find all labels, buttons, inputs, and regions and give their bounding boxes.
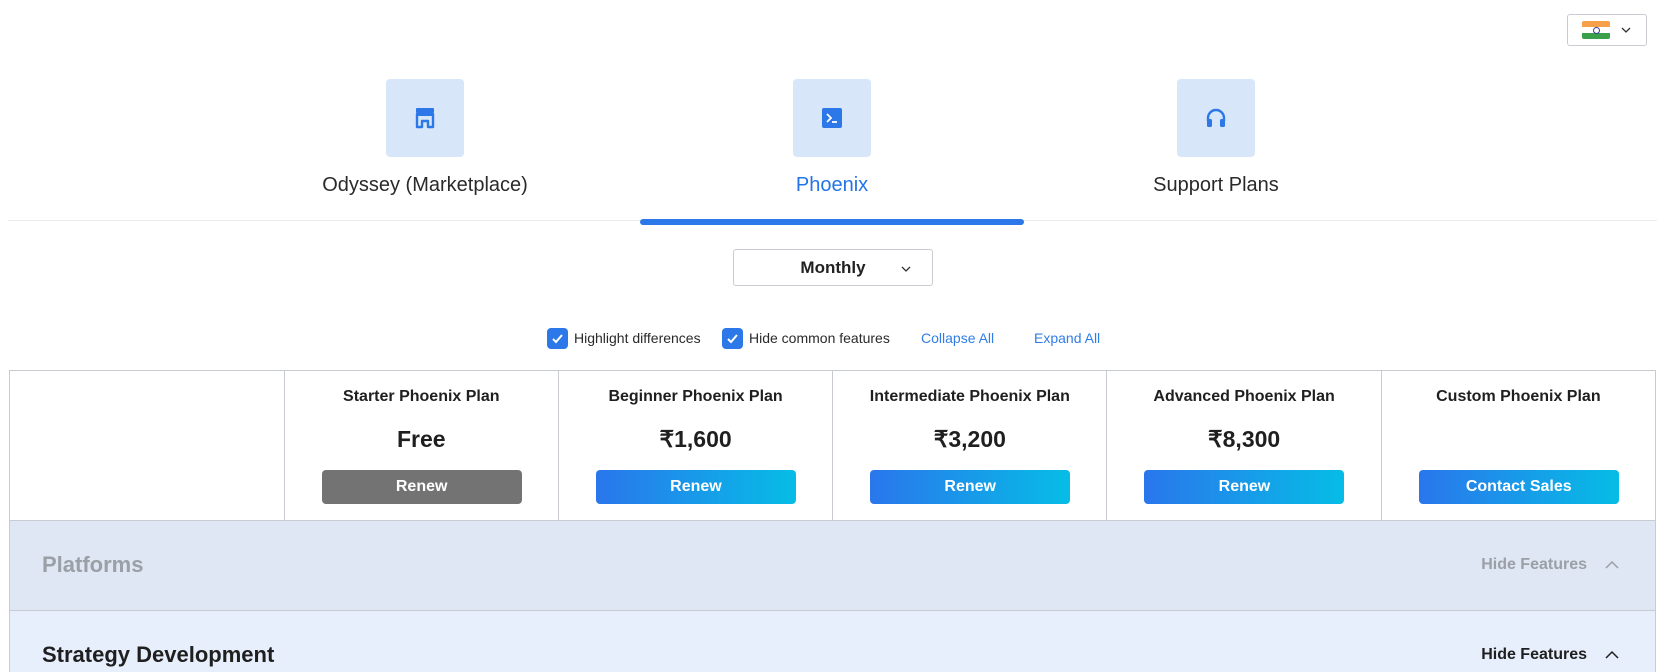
plan-column-advanced: Advanced Phoenix Plan ₹8,300 Renew: [1106, 371, 1380, 520]
store-icon-tile: [386, 79, 464, 157]
plan-price: ₹3,200: [933, 426, 1006, 452]
product-tabs: Odyssey (Marketplace) Phoenix Support Pl…: [8, 0, 1657, 225]
section-strategy-development: Strategy Development Hide Features: [9, 611, 1656, 672]
expand-all-link[interactable]: Expand All: [1034, 330, 1100, 346]
highlight-differences-checkbox[interactable]: Highlight differences: [547, 328, 701, 349]
plan-name: Custom Phoenix Plan: [1436, 388, 1601, 405]
chevron-up-icon: [1605, 650, 1619, 659]
store-icon: [415, 108, 435, 129]
plan-column-intermediate: Intermediate Phoenix Plan ₹3,200 Renew: [832, 371, 1106, 520]
plan-name: Intermediate Phoenix Plan: [869, 388, 1070, 405]
tab-phoenix[interactable]: Phoenix: [640, 79, 1024, 225]
comparison-options: Highlight differences Hide common featur…: [0, 328, 1665, 350]
hide-common-features-label: Hide common features: [749, 330, 890, 346]
billing-period-select[interactable]: Monthly: [733, 249, 933, 286]
plan-column-starter: Starter Phoenix Plan Free Renew: [283, 371, 558, 520]
collapse-all-link[interactable]: Collapse All: [921, 330, 994, 346]
plan-price: ₹8,300: [1208, 426, 1281, 452]
plan-name: Beginner Phoenix Plan: [608, 388, 783, 405]
checkbox-checked-icon: [722, 328, 743, 349]
plan-name: Starter Phoenix Plan: [343, 388, 500, 405]
highlight-differences-label: Highlight differences: [574, 330, 701, 346]
renew-button[interactable]: Renew: [870, 470, 1071, 504]
renew-button[interactable]: Renew: [595, 470, 796, 504]
tab-label: Support Plans: [1153, 174, 1279, 196]
contact-sales-button[interactable]: Contact Sales: [1418, 470, 1619, 504]
tab-label: Odyssey (Marketplace): [322, 174, 528, 196]
terminal-icon-tile: [793, 79, 871, 157]
renew-button[interactable]: Renew: [1144, 470, 1345, 504]
toggle-label: Hide Features: [1481, 556, 1587, 573]
chevron-down-icon: [901, 266, 911, 272]
plan-price: Free: [397, 426, 446, 452]
plan-price: ₹1,600: [659, 426, 732, 452]
tab-label: Phoenix: [795, 174, 869, 196]
terminal-icon: [822, 108, 842, 128]
hide-features-toggle[interactable]: Hide Features: [1481, 556, 1619, 574]
section-platforms: Platforms Hide Features: [9, 521, 1656, 611]
section-title: Platforms: [42, 552, 144, 577]
active-tab-indicator: [640, 219, 1024, 225]
section-title: Strategy Development: [42, 642, 275, 667]
plan-column-custom: Custom Phoenix Plan Contact Sales: [1380, 371, 1655, 520]
checkbox-checked-icon: [547, 328, 568, 349]
headphones-icon-tile: [1177, 79, 1255, 157]
chevron-up-icon: [1605, 560, 1619, 569]
tab-odyssey-marketplace[interactable]: Odyssey (Marketplace): [233, 79, 617, 221]
empty-header-cell: [10, 371, 284, 520]
plan-comparison-header: Starter Phoenix Plan Free Renew Beginner…: [9, 370, 1656, 521]
toggle-label: Hide Features: [1481, 646, 1587, 663]
plan-column-beginner: Beginner Phoenix Plan ₹1,600 Renew: [557, 371, 832, 520]
billing-period-value: Monthly: [800, 257, 866, 277]
headphones-icon: [1206, 108, 1226, 127]
tab-support-plans[interactable]: Support Plans: [1024, 79, 1408, 221]
plan-name: Advanced Phoenix Plan: [1153, 388, 1335, 405]
hide-features-toggle[interactable]: Hide Features: [1481, 646, 1619, 664]
hide-common-features-checkbox[interactable]: Hide common features: [722, 328, 890, 349]
renew-button[interactable]: Renew: [321, 470, 522, 504]
